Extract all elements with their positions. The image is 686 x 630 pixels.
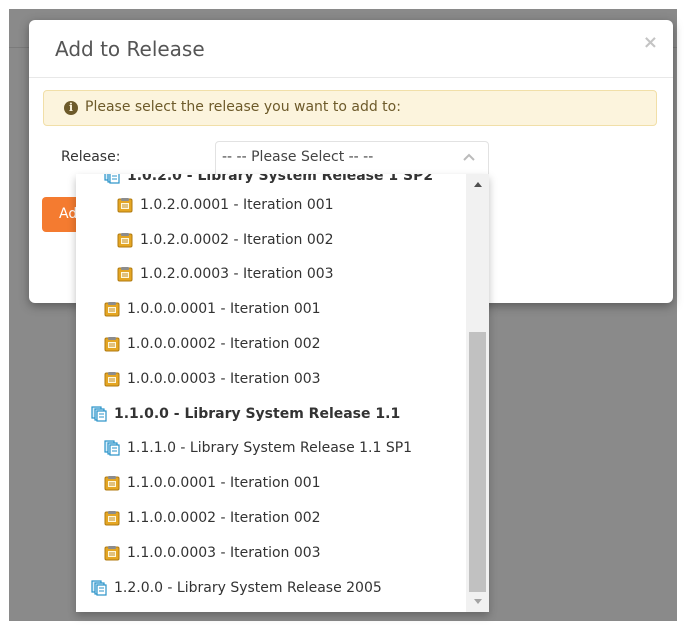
release-option-label: 1.1.0.0.0003 - Iteration 003 (127, 545, 321, 561)
release-option[interactable]: 1.0.2.0.0001 - Iteration 001 (76, 190, 466, 220)
release-option-label: 1.0.0.0.0002 - Iteration 002 (127, 336, 321, 352)
release-icon (91, 580, 107, 596)
iteration-icon (104, 337, 120, 352)
release-icon (104, 440, 120, 456)
iteration-icon (117, 233, 133, 248)
release-option[interactable]: 1.2.0.0 - Library System Release 2005 (76, 573, 466, 603)
release-option-list: 1.0.2.0 - Library System Release 1 SP2 1.… (76, 174, 466, 612)
release-select-value: -- -- Please Select -- -- (222, 149, 374, 165)
release-option[interactable]: 1.1.1.0 - Library System Release 1.1 SP1 (76, 433, 466, 463)
release-option-label: 1.0.2.0.0002 - Iteration 002 (140, 232, 334, 248)
iteration-icon (104, 302, 120, 317)
release-option-label: 1.0.2.0 - Library System Release 1 SP2 (127, 174, 434, 184)
scroll-down-icon[interactable] (474, 599, 482, 604)
release-option[interactable]: 1.0.0.0.0003 - Iteration 003 (76, 364, 466, 394)
dialog-header: Add to Release × (29, 20, 673, 78)
release-option-label: 1.1.1.0 - Library System Release 1.1 SP1 (127, 440, 413, 456)
release-icon (91, 406, 107, 422)
iteration-icon (104, 372, 120, 387)
release-option[interactable]: 1.1.0.0.0003 - Iteration 003 (76, 538, 466, 568)
scroll-up-icon[interactable] (474, 182, 482, 187)
scroll-thumb[interactable] (469, 332, 486, 592)
iteration-icon (117, 267, 133, 282)
release-option-label: 1.2.0.0 - Library System Release 2005 (114, 580, 382, 596)
info-alert: i Please select the release you want to … (43, 90, 657, 126)
release-option-label: 1.0.2.0.0003 - Iteration 003 (140, 266, 334, 282)
release-option[interactable]: 1.0.0.0.0002 - Iteration 002 (76, 329, 466, 359)
release-label: Release: (61, 149, 121, 165)
release-dropdown: 1.0.2.0 - Library System Release 1 SP2 1.… (76, 174, 489, 612)
info-icon: i (64, 101, 78, 115)
release-select[interactable]: -- -- Please Select -- -- (215, 141, 489, 175)
release-option-label: 1.1.0.0.0001 - Iteration 001 (127, 475, 321, 491)
iteration-icon (104, 511, 120, 526)
release-option[interactable]: 1.0.2.0 - Library System Release 1 SP2 (76, 174, 466, 191)
release-option-label: 1.0.0.0.0003 - Iteration 003 (127, 371, 321, 387)
release-option[interactable]: 1.0.2.0.0003 - Iteration 003 (76, 259, 466, 289)
dialog-title: Add to Release (55, 37, 205, 61)
release-option[interactable]: 1.0.0.0.0001 - Iteration 001 (76, 294, 466, 324)
chevron-up-icon (463, 153, 475, 161)
iteration-icon (117, 198, 133, 213)
release-option[interactable]: 1.1.0.0.0002 - Iteration 002 (76, 503, 466, 533)
iteration-icon (104, 546, 120, 561)
dropdown-scrollbar[interactable] (466, 174, 489, 612)
release-option[interactable]: 1.1.0.0.0001 - Iteration 001 (76, 468, 466, 498)
release-option-label: 1.1.0.0.0002 - Iteration 002 (127, 510, 321, 526)
release-icon (104, 174, 120, 184)
iteration-icon (104, 476, 120, 491)
release-option[interactable]: 1.0.2.0.0002 - Iteration 002 (76, 225, 466, 255)
release-option-label: 1.0.2.0.0001 - Iteration 001 (140, 197, 334, 213)
release-option-label: 1.0.0.0.0001 - Iteration 001 (127, 301, 321, 317)
release-option-label: 1.1.0.0 - Library System Release 1.1 (114, 406, 401, 422)
release-option[interactable]: 1.1.0.0 - Library System Release 1.1 (76, 399, 466, 429)
alert-text: Please select the release you want to ad… (85, 99, 401, 115)
close-icon[interactable]: × (643, 32, 658, 53)
